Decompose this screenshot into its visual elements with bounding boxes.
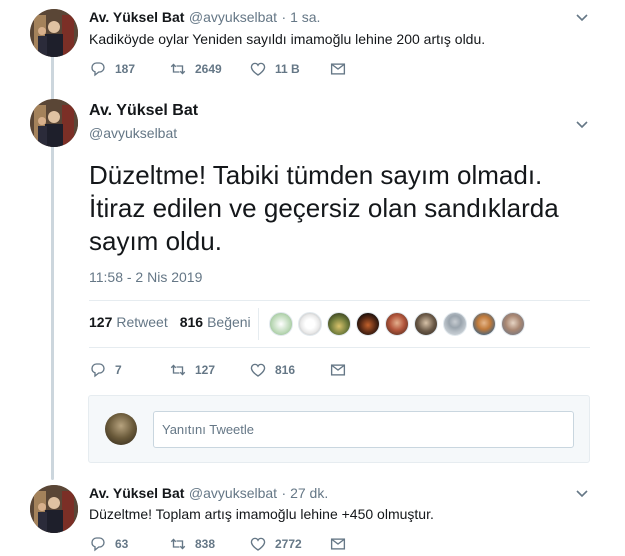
liker-avatar[interactable] — [501, 312, 525, 336]
like-stat-label[interactable]: Beğeni — [207, 314, 251, 330]
reply-count: 7 — [115, 363, 122, 377]
avatar[interactable] — [30, 9, 78, 57]
liker-avatar[interactable] — [385, 312, 409, 336]
author-name[interactable]: Av. Yüksel Bat — [89, 485, 184, 501]
author-name[interactable]: Av. Yüksel Bat — [89, 9, 184, 25]
liker-avatar[interactable] — [414, 312, 438, 336]
reply-button[interactable]: 63 — [89, 535, 169, 553]
liker-avatar[interactable] — [269, 312, 293, 336]
tweet-text: Düzeltme! Tabiki tümden sayım olmadı. İt… — [89, 160, 559, 256]
dm-button[interactable] — [329, 361, 409, 379]
tweet-time[interactable]: · 1 sa. — [282, 9, 321, 25]
avatar[interactable] — [30, 99, 78, 147]
tweet-header: Av. Yüksel Bat @avyukselbat · 1 sa. — [89, 9, 320, 27]
author-handle[interactable]: @avyukselbat — [89, 125, 177, 141]
tweet-timestamp[interactable]: 11:58 - 2 Nis 2019 — [89, 269, 202, 285]
reply-icon — [91, 62, 105, 77]
avatar[interactable] — [30, 485, 78, 533]
tweet-time[interactable]: · 27 dk. — [282, 485, 329, 501]
retweet-button[interactable]: 127 — [169, 361, 249, 379]
envelope-icon — [330, 364, 346, 376]
retweet-stat-label[interactable]: Retweet — [116, 314, 167, 330]
author-handle[interactable]: @avyukselbat — [189, 9, 277, 25]
reply-icon — [91, 363, 105, 378]
liker-avatar[interactable] — [356, 312, 380, 336]
retweet-count: 2649 — [195, 62, 222, 76]
like-count: 816 — [275, 363, 296, 377]
chevron-down-icon[interactable] — [574, 117, 590, 133]
retweet-icon — [170, 63, 186, 75]
chevron-down-icon[interactable] — [574, 10, 590, 26]
heart-icon — [250, 62, 266, 76]
liker-avatar[interactable] — [298, 312, 322, 336]
envelope-icon — [330, 63, 346, 75]
chevron-down-icon[interactable] — [574, 486, 590, 502]
retweet-button[interactable]: 2649 — [169, 60, 249, 78]
liker-avatar[interactable] — [443, 312, 467, 336]
retweet-button[interactable]: 838 — [169, 535, 249, 553]
reply-button[interactable]: 7 — [89, 361, 169, 379]
dm-button[interactable] — [329, 60, 409, 78]
envelope-icon — [330, 538, 346, 550]
like-button[interactable]: 816 — [249, 361, 329, 379]
tweet-actions: 63 838 2772 — [89, 535, 409, 553]
tweet-text: Düzeltme! Toplam artış imamoğlu lehine +… — [89, 506, 434, 522]
heart-icon — [250, 363, 266, 377]
liker-avatar[interactable] — [472, 312, 496, 336]
likers-list — [269, 312, 530, 336]
reply-count: 187 — [115, 62, 136, 76]
like-stat-count[interactable]: 816 — [180, 314, 203, 330]
retweet-count: 838 — [195, 537, 216, 551]
author-handle[interactable]: @avyukselbat — [189, 485, 277, 501]
stats-separator — [258, 308, 259, 340]
tweet-text: Kadiköyde oylar Yeniden sayıldı imamoğlu… — [89, 31, 486, 47]
like-count: 2772 — [275, 537, 302, 551]
like-button[interactable]: 2772 — [249, 535, 329, 553]
tweet-actions: 7 127 816 — [89, 361, 409, 379]
retweet-stat-count[interactable]: 127 — [89, 314, 112, 330]
like-count: 11 B — [275, 62, 300, 76]
like-button[interactable]: 11 B — [249, 60, 329, 78]
divider — [89, 347, 590, 348]
reply-count: 63 — [115, 537, 129, 551]
liker-avatar[interactable] — [327, 312, 351, 336]
tweet-header: Av. Yüksel Bat @avyukselbat · 27 dk. — [89, 485, 328, 503]
reply-composer: Yanıtını Tweetle — [88, 395, 590, 463]
retweet-icon — [170, 364, 186, 376]
reply-button[interactable]: 187 — [89, 60, 169, 78]
retweet-count: 127 — [195, 363, 216, 377]
tweet-actions: 187 2649 11 B — [89, 60, 409, 78]
reply-icon — [91, 537, 105, 552]
tweet-stats: 127 Retweet 816 Beğeni — [89, 314, 251, 330]
divider — [89, 300, 590, 301]
dm-button[interactable] — [329, 535, 409, 553]
heart-icon — [250, 537, 266, 551]
author-name[interactable]: Av. Yüksel Bat — [89, 102, 198, 120]
reply-input[interactable]: Yanıtını Tweetle — [153, 411, 574, 448]
retweet-icon — [170, 538, 186, 550]
user-avatar — [105, 413, 137, 445]
